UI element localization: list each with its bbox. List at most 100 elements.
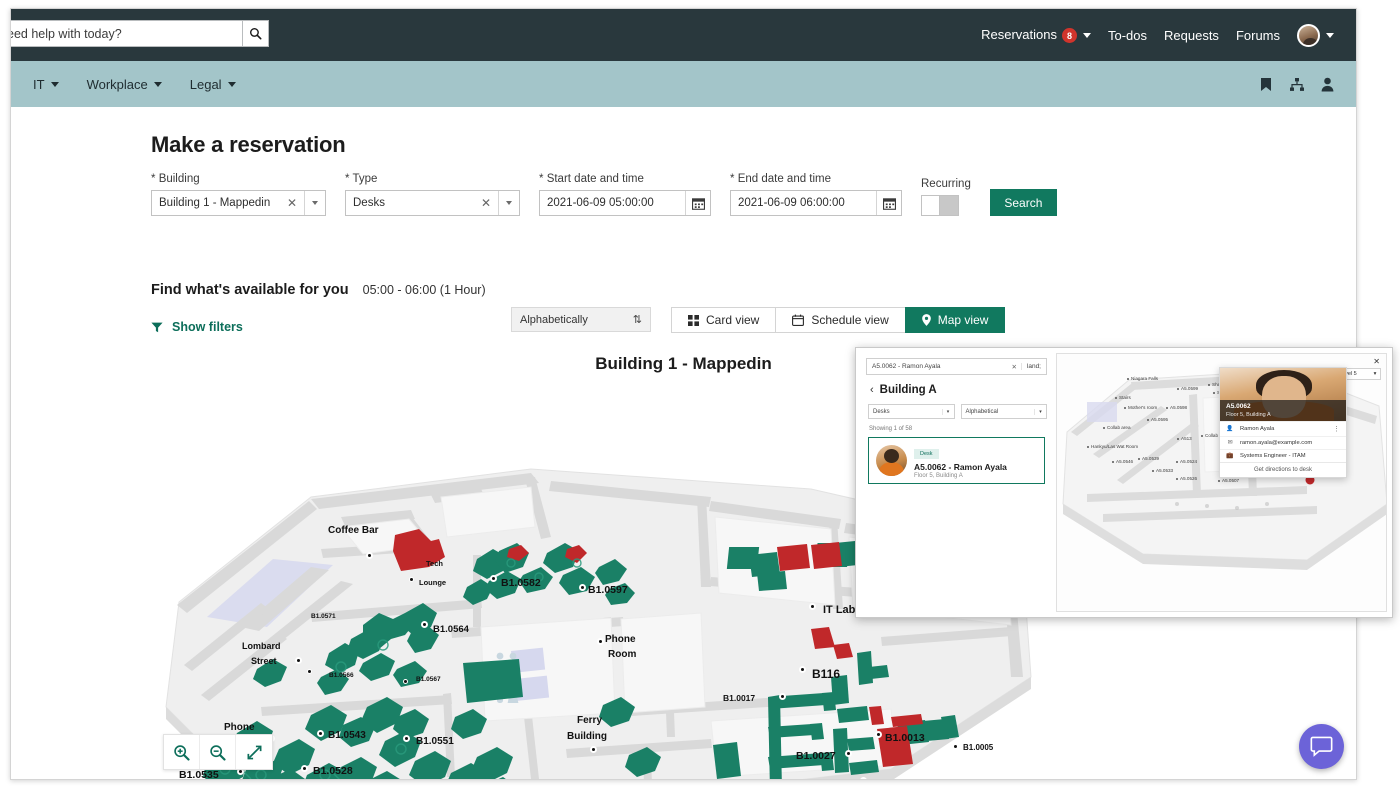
calendar-icon[interactable] — [685, 191, 710, 215]
chevron-down-icon — [1082, 33, 1091, 39]
chat-button[interactable] — [1299, 724, 1344, 769]
building-select[interactable]: Building 1 - Mappedin ✕ — [151, 190, 326, 216]
map-marker-dot[interactable] — [779, 693, 786, 700]
recurring-toggle[interactable] — [921, 195, 959, 216]
overlay-type-select[interactable]: Desks ▾ — [868, 404, 955, 419]
zoom-in-button[interactable] — [164, 735, 200, 769]
map-marker-dot[interactable] — [597, 638, 604, 645]
map-marker-dot[interactable] — [421, 621, 428, 628]
expand-button[interactable] — [236, 735, 272, 769]
nav-todos[interactable]: To-dos — [1108, 28, 1147, 43]
map-marker-dot[interactable] — [490, 575, 497, 582]
map-marker-dot[interactable] — [875, 731, 882, 738]
mail-icon: ✉ — [1227, 440, 1233, 446]
map-marker-dot[interactable] — [952, 743, 959, 750]
field-label-text: End date and time — [737, 173, 832, 185]
chevron-down-icon[interactable] — [304, 191, 325, 215]
show-filters-button[interactable]: Show filters — [151, 320, 243, 334]
field-label-text: Start date and time — [546, 173, 644, 185]
chevron-left-icon: ‹ — [870, 384, 874, 396]
building-label: * Building — [151, 173, 326, 185]
subnav-item-it[interactable]: IT — [19, 77, 73, 92]
map-marker-dot[interactable] — [301, 765, 308, 772]
secondary-nav: IT Workplace Legal — [11, 61, 1356, 107]
map-marker-dot[interactable] — [809, 603, 816, 610]
map-marker-dot[interactable] — [579, 584, 586, 591]
person-title-row: 💼 Systems Engineer - ITAM — [1220, 449, 1346, 462]
chevron-down-icon[interactable]: ▾ — [941, 408, 954, 415]
map-marker-dot[interactable] — [317, 730, 324, 737]
subnav-icon-group — [1259, 77, 1334, 92]
calendar-icon — [792, 314, 805, 326]
map-marker-dot[interactable] — [403, 735, 410, 742]
nav-requests[interactable]: Requests — [1164, 28, 1219, 43]
overlay-map-dot — [1087, 446, 1089, 448]
overlay-back-nav[interactable]: ‹ Building A — [870, 384, 1051, 396]
clear-icon[interactable]: ✕ — [280, 196, 304, 210]
person-title: Systems Engineer - ITAM — [1240, 453, 1306, 459]
nav-reservations[interactable]: Reservations 8 — [981, 27, 1091, 44]
overlay-map-label: A5.0595 — [1151, 417, 1169, 422]
org-chart-icon[interactable] — [1289, 77, 1305, 92]
chevron-down-icon[interactable] — [498, 191, 519, 215]
view-toggle-group: Card view Schedule view Map view — [671, 307, 1006, 333]
user-icon[interactable] — [1321, 77, 1334, 92]
expand-icon — [247, 745, 261, 759]
overlay-result-card[interactable]: Desk A5.0062 - Ramon Ayala Floor 5, Buil… — [868, 437, 1045, 484]
search-input[interactable] — [11, 20, 242, 47]
building-field: * Building Building 1 - Mappedin ✕ — [151, 173, 326, 216]
zoom-out-button[interactable] — [200, 735, 236, 769]
page-title: Make a reservation — [151, 132, 346, 157]
sort-select[interactable]: Alphabetically ⇅ — [511, 307, 651, 332]
type-select[interactable]: Desks ✕ — [345, 190, 520, 216]
sort-direction-icon[interactable]: ⇅ — [633, 313, 650, 326]
person-detail-card[interactable]: A5.0062 Floor 5, Building A 👤 Ramon Ayal… — [1219, 367, 1347, 478]
chevron-down-icon[interactable]: ▾ — [1370, 371, 1380, 377]
overlay-search-value: A5.0062 - Ramon Ayala — [872, 363, 941, 370]
clear-icon[interactable]: ✕ — [1007, 363, 1020, 371]
required-marker: * — [539, 173, 544, 185]
map-marker-dot[interactable] — [409, 577, 414, 582]
sort-value: Alphabetically — [520, 313, 588, 326]
overlay-map-dot — [1147, 419, 1149, 421]
clear-icon[interactable]: ✕ — [474, 196, 498, 210]
zoom-in-icon — [174, 744, 190, 761]
grid-icon — [688, 314, 699, 326]
map-marker-dot[interactable] — [295, 657, 302, 664]
tab-card-view[interactable]: Card view — [671, 307, 777, 333]
pin-icon — [921, 314, 931, 326]
show-filters-label: Show filters — [172, 320, 243, 334]
bookmark-icon[interactable] — [1259, 77, 1273, 92]
nav-forums[interactable]: Forums — [1236, 28, 1280, 43]
overflow-menu-icon[interactable]: ⋮ — [1333, 425, 1340, 433]
avatar — [876, 445, 907, 476]
start-datetime-input[interactable]: 2021-06-09 05:00:00 — [539, 190, 711, 216]
map-marker-dot[interactable] — [590, 746, 597, 753]
close-icon[interactable]: ✕ — [1373, 357, 1380, 366]
results-title: Find what's available for you — [151, 282, 349, 298]
tab-schedule-view[interactable]: Schedule view — [775, 307, 906, 333]
map-marker-dot[interactable] — [845, 750, 852, 757]
overlay-search-field[interactable]: A5.0062 - Ramon Ayala ✕ land; — [866, 358, 1047, 375]
map-marker-dot[interactable] — [366, 552, 373, 559]
calendar-icon[interactable] — [876, 191, 901, 215]
map-marker-dot[interactable] — [403, 679, 408, 684]
user-menu[interactable] — [1297, 23, 1334, 47]
get-directions-button[interactable]: Get directions to desk — [1220, 462, 1346, 477]
chevron-down-icon[interactable]: ▾ — [1034, 408, 1046, 415]
person-email-row: ✉ ramon.ayala@example.com — [1220, 436, 1346, 449]
map-marker-dot[interactable] — [799, 666, 806, 673]
locate-icon[interactable]: land; — [1020, 363, 1046, 370]
overlay-sort-select[interactable]: Alphabetical ▾ — [960, 404, 1047, 419]
person-desk-id: A5.0062 — [1226, 403, 1251, 410]
search-reservations-button[interactable]: Search — [989, 189, 1057, 216]
tab-map-view[interactable]: Map view — [904, 307, 1006, 333]
overlay-filters: Desks ▾ Alphabetical ▾ — [868, 404, 1047, 419]
map-marker-dot[interactable] — [307, 669, 312, 674]
subnav-item-workplace[interactable]: Workplace — [73, 77, 176, 92]
end-datetime-input[interactable]: 2021-06-09 06:00:00 — [730, 190, 902, 216]
subnav-item-legal[interactable]: Legal — [176, 77, 250, 92]
search-button[interactable] — [242, 20, 269, 47]
map-marker-dot[interactable] — [860, 777, 867, 779]
overlay-type-value: Desks — [873, 408, 890, 415]
